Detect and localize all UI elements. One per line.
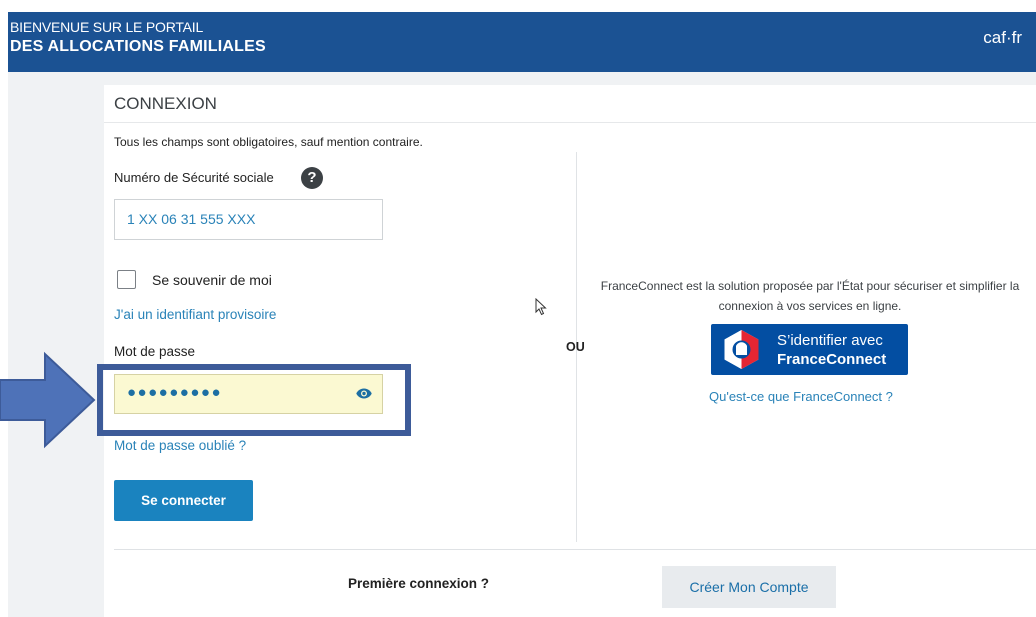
franceconnect-logo-icon (724, 330, 759, 369)
franceconnect-line1: S’identifier avec (777, 332, 883, 349)
first-connection-label: Première connexion ? (348, 576, 490, 591)
what-is-franceconnect-link[interactable]: Qu'est-ce que FranceConnect ? (709, 389, 893, 404)
right-arrow-annotation-icon (0, 351, 96, 449)
footer-divider (114, 549, 1036, 550)
login-button[interactable]: Se connecter (114, 480, 253, 521)
required-fields-note: Tous les champs sont obligatoires, sauf … (114, 135, 423, 149)
question-circle-icon[interactable]: ? (301, 167, 323, 189)
forgot-password-link[interactable]: Mot de passe oublié ? (114, 438, 246, 453)
password-highlight-box (97, 364, 411, 436)
password-label: Mot de passe (114, 344, 196, 359)
or-separator: OU (566, 340, 585, 354)
header-welcome-text: BIENVENUE SUR LE PORTAIL (10, 19, 204, 35)
franceconnect-button[interactable]: S’identifier avec FranceConnect (711, 324, 908, 375)
title-divider (104, 122, 1036, 123)
franceconnect-line2: FranceConnect (777, 351, 887, 368)
site-header: BIENVENUE SUR LE PORTAIL DES ALLOCATIONS… (8, 12, 1036, 72)
header-portal-title: DES ALLOCATIONS FAMILIALES (10, 38, 266, 55)
create-account-button[interactable]: Créer Mon Compte (662, 566, 836, 608)
page-title: CONNEXION (114, 94, 217, 113)
caf-logo[interactable]: caf·fr (983, 28, 1022, 48)
franceconnect-description: FranceConnect est la solution proposée p… (600, 279, 1020, 313)
remember-me-checkbox[interactable] (117, 270, 136, 289)
temporary-id-link[interactable]: J'ai un identifiant provisoire (114, 307, 276, 322)
nss-input[interactable]: 1 XX 06 31 555 XXX (114, 199, 383, 240)
mouse-cursor-icon (535, 298, 547, 316)
remember-me-label[interactable]: Se souvenir de moi (152, 272, 272, 288)
nss-label: Numéro de Sécurité sociale (114, 170, 274, 185)
